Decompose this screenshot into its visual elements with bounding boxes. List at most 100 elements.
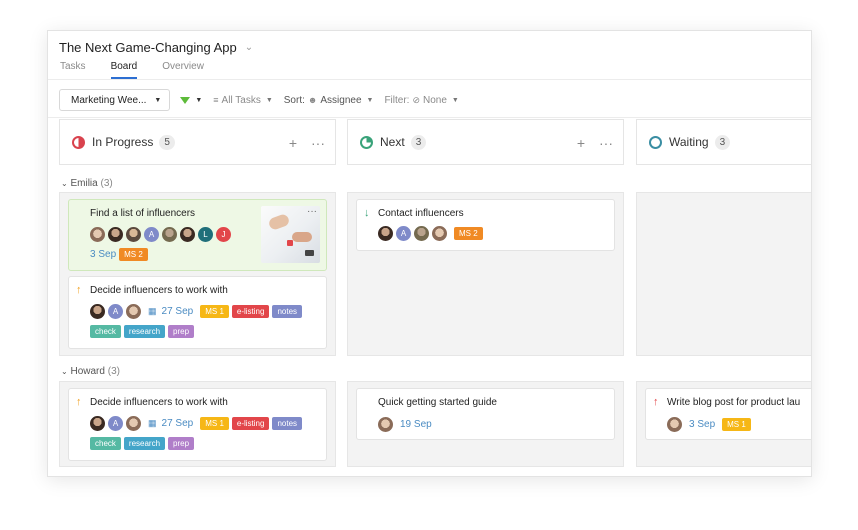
task-meta: 3 Sep MS 1 [667, 417, 751, 432]
tag-research[interactable]: research [123, 325, 166, 338]
avatar[interactable] [126, 416, 141, 431]
lane-emilia-next: ↓ Contact influencers A MS 2 [347, 192, 624, 356]
tag-prep[interactable]: prep [168, 325, 195, 338]
all-tasks-dropdown[interactable]: ≡ All Tasks ▼ [213, 95, 272, 106]
thumbnail-object [287, 240, 293, 246]
ellipsis-icon[interactable]: ··· [311, 135, 325, 151]
tag-check[interactable]: check [90, 325, 121, 338]
group-header-howard[interactable]: ⌄ Howard (3) [61, 366, 120, 377]
avatar[interactable] [162, 227, 177, 242]
avatar[interactable]: A [108, 304, 123, 319]
none-icon: ⊘ [412, 94, 420, 105]
person-icon: ☻ [307, 95, 318, 105]
tag-research[interactable]: research [123, 437, 166, 450]
avatar[interactable] [90, 416, 105, 431]
task-card[interactable]: ↑ Decide influencers to work with A ▦ 27… [68, 388, 327, 461]
view-tabs: Tasks Board Overview [60, 61, 229, 79]
task-title: Contact influencers [378, 208, 464, 219]
avatar[interactable]: A [144, 227, 159, 242]
sprint-dropdown[interactable]: Marketing Wee... ▼ [59, 89, 171, 111]
avatar[interactable] [126, 227, 141, 242]
task-title: Quick getting started guide [378, 397, 497, 408]
task-title: Decide influencers to work with [90, 285, 228, 296]
ellipsis-icon[interactable]: ··· [307, 206, 317, 217]
task-card[interactable]: ↓ Contact influencers A MS 2 [356, 199, 615, 251]
avatar[interactable] [90, 304, 105, 319]
milestone-badge[interactable]: MS 2 [454, 227, 483, 240]
avatar[interactable] [378, 417, 393, 432]
task-title: Decide influencers to work with [90, 397, 228, 408]
avatar[interactable]: J [216, 227, 231, 242]
avatar[interactable] [432, 226, 447, 241]
task-card[interactable]: Find a list of influencers A L J 3 Sep M… [68, 199, 327, 271]
avatar[interactable] [126, 304, 141, 319]
avatar[interactable]: A [396, 226, 411, 241]
tab-tasks[interactable]: Tasks [60, 61, 86, 79]
arrow-up-icon: ↑ [76, 284, 82, 296]
arrow-up-icon: ↑ [76, 396, 82, 408]
tag-e-listing[interactable]: e-listing [231, 305, 270, 318]
avatar[interactable] [414, 226, 429, 241]
lane-howard-in-progress: ↑ Decide influencers to work with A ▦ 27… [59, 381, 336, 467]
chevron-down-icon: ⌄ [61, 367, 68, 376]
tab-overview[interactable]: Overview [162, 61, 204, 79]
sort-dropdown[interactable]: Sort: ☻ Assignee ▼ [284, 95, 374, 106]
lane-emilia-in-progress: Find a list of influencers A L J 3 Sep M… [59, 192, 336, 356]
column-actions: + ··· [289, 135, 325, 151]
sort-value: Assignee [320, 94, 362, 106]
group-count: (3) [107, 366, 120, 377]
column-header-next: Next 3 + ··· [347, 119, 624, 165]
chevron-down-icon[interactable]: ⌄ [245, 42, 253, 53]
avatar[interactable]: L [198, 227, 213, 242]
filter-dropdown[interactable]: Filter: ⊘ None ▼ [384, 95, 458, 106]
avatar[interactable] [378, 226, 393, 241]
task-card[interactable]: ↑ Decide influencers to work with A ▦ 27… [68, 276, 327, 349]
task-card[interactable]: ↑ Write blog post for product lau 3 Sep … [645, 388, 811, 440]
column-count: 3 [714, 134, 731, 150]
avatar[interactable] [180, 227, 195, 242]
avatar[interactable]: A [108, 416, 123, 431]
milestone-badge[interactable]: MS 1 [722, 418, 751, 431]
plus-icon[interactable]: + [289, 135, 297, 151]
tag-notes[interactable]: notes [272, 305, 303, 318]
task-meta: 19 Sep [378, 417, 432, 432]
ellipsis-icon[interactable]: ··· [599, 135, 613, 151]
tag-notes[interactable]: notes [272, 417, 303, 430]
plus-icon[interactable]: + [577, 135, 585, 151]
group-count: (3) [100, 178, 113, 189]
avatar[interactable] [90, 227, 105, 242]
thumbnail-object [305, 250, 314, 256]
filter-label: Filter: [384, 94, 410, 106]
task-meta: A MS 2 [378, 226, 483, 241]
column-header-in-progress: In Progress 5 + ··· [59, 119, 336, 165]
tag-prep[interactable]: prep [168, 437, 195, 450]
task-title: Find a list of influencers [90, 208, 196, 219]
filter-toggle[interactable]: ▼ [170, 96, 202, 104]
milestone-badge[interactable]: MS 2 [119, 248, 148, 261]
due-date: 3 Sep [689, 419, 716, 430]
divider [48, 79, 811, 80]
project-header[interactable]: The Next Game-Changing App ⌄ [59, 40, 253, 55]
arrow-down-icon: ↓ [364, 207, 370, 219]
tag-ms1[interactable]: MS 1 [200, 305, 229, 318]
caret-down-icon: ▼ [366, 96, 374, 104]
filter-value: None [423, 94, 447, 106]
column-title: Waiting [669, 135, 709, 149]
avatar[interactable] [667, 417, 682, 432]
column-header-waiting: Waiting 3 [636, 119, 811, 165]
tag-ms1[interactable]: MS 1 [200, 417, 229, 430]
task-thumbnail[interactable]: ··· [261, 206, 320, 263]
avatar[interactable] [108, 227, 123, 242]
group-name: Emilia [70, 178, 98, 189]
task-tags: check research prep [90, 437, 195, 450]
task-meta: 3 Sep MS 2 [90, 248, 148, 261]
group-header-emilia[interactable]: ⌄ Emilia (3) [61, 178, 113, 189]
tab-board[interactable]: Board [110, 61, 138, 79]
tag-e-listing[interactable]: e-listing [231, 417, 270, 430]
task-card[interactable]: Quick getting started guide 19 Sep [356, 388, 615, 440]
tag-check[interactable]: check [90, 437, 121, 450]
calendar-icon: ▦ [148, 418, 157, 428]
divider [48, 117, 811, 118]
empty-circle-status-icon [649, 135, 662, 149]
column-actions: + ··· [577, 135, 613, 151]
